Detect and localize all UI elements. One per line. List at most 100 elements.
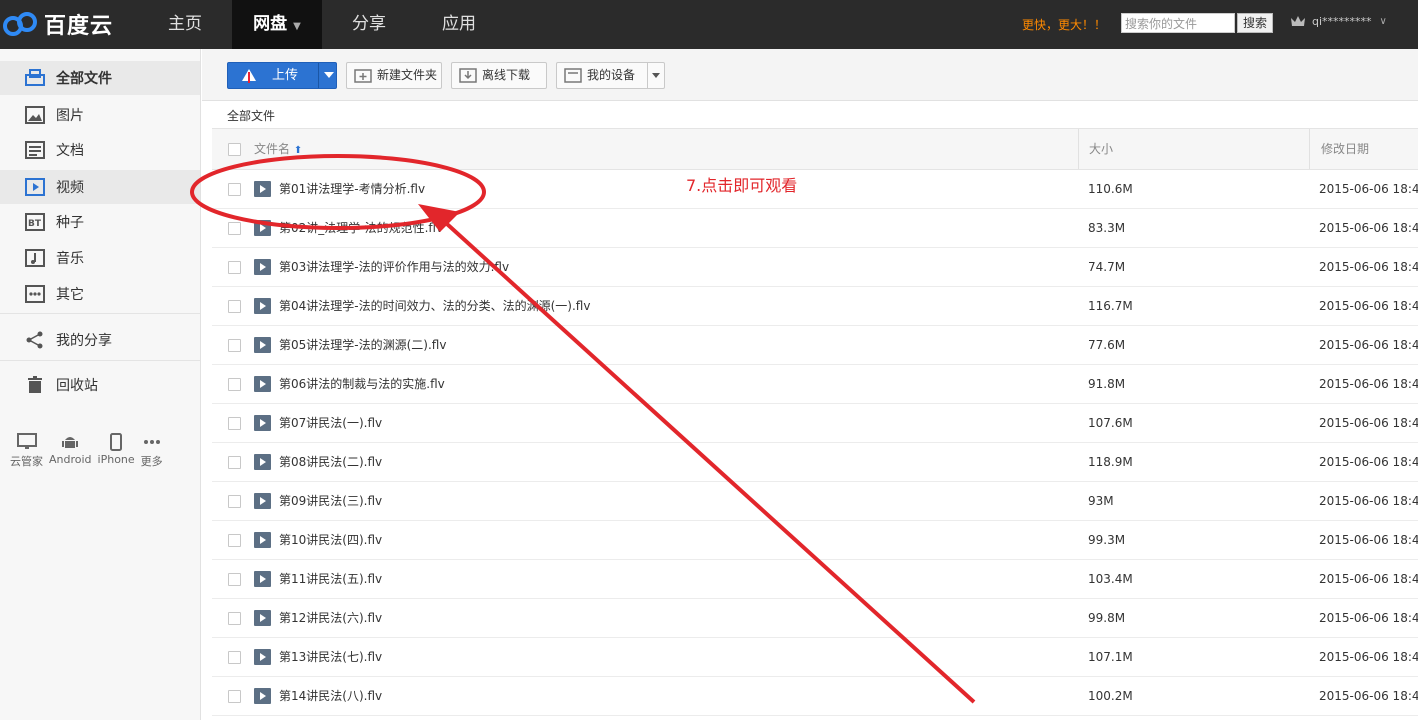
video-file-icon [254, 220, 271, 236]
file-name[interactable]: 第13讲民法(七).flv [279, 638, 382, 676]
table-row[interactable]: 第12讲民法(六).flv 99.8M 2015-06-06 18:49 [212, 599, 1418, 638]
sidebar-item-images[interactable]: 图片 [0, 98, 200, 132]
table-row[interactable]: 第08讲民法(二).flv 118.9M 2015-06-06 18:49 [212, 443, 1418, 482]
username: qi********* [1312, 14, 1372, 28]
column-header-name[interactable]: 文件名 ⬆ [254, 129, 302, 169]
row-checkbox[interactable] [228, 651, 241, 664]
table-row[interactable]: 第09讲民法(三).flv 93M 2015-06-06 18:49 [212, 482, 1418, 521]
file-name[interactable]: 第05讲法理学-法的渊源(二).flv [279, 326, 446, 364]
table-row[interactable]: 第02讲_法理学-法的规范性.flv 83.3M 2015-06-06 18:49 [212, 209, 1418, 248]
breadcrumb[interactable]: 全部文件 [227, 107, 275, 124]
row-checkbox[interactable] [228, 690, 241, 703]
new-folder-label: 新建文件夹 [377, 68, 438, 82]
file-name[interactable]: 第10讲民法(四).flv [279, 521, 382, 559]
table-row[interactable]: 第01讲法理学-考情分析.flv 110.6M 2015-06-06 18:49 [212, 170, 1418, 209]
sidebar-item-all-files[interactable]: 全部文件 [0, 61, 200, 95]
user-menu[interactable]: qi********* ∨ [1290, 14, 1387, 28]
file-table-header: 文件名 ⬆ 大小 修改日期 [212, 128, 1418, 170]
sidebar-item-documents[interactable]: 文档 [0, 133, 200, 167]
table-row[interactable]: 第03讲法理学-法的评价作用与法的效力.flv 74.7M 2015-06-06 1… [212, 248, 1418, 287]
file-name[interactable]: 第09讲民法(三).flv [279, 482, 382, 520]
nav-home[interactable]: 主页 [140, 0, 230, 49]
file-date: 2015-06-06 18:49 [1319, 416, 1418, 430]
sidebar-item-label: 视频 [56, 180, 84, 196]
row-checkbox[interactable] [228, 261, 241, 274]
file-name[interactable]: 第01讲法理学-考情分析.flv [279, 170, 425, 208]
upload-dropdown-icon[interactable] [324, 72, 334, 78]
chevron-down-icon[interactable] [652, 73, 660, 78]
file-name[interactable]: 第12讲民法(六).flv [279, 599, 382, 637]
device-android[interactable]: Android [49, 431, 92, 469]
sidebar-item-other[interactable]: 其它 [0, 277, 200, 311]
sidebar-item-label: 其它 [56, 287, 84, 303]
search-input[interactable]: 搜索你的文件 [1121, 13, 1235, 33]
table-row[interactable]: 第11讲民法(五).flv 103.4M 2015-06-06 18:49 [212, 560, 1418, 599]
sidebar-item-music[interactable]: 音乐 [0, 241, 200, 275]
row-checkbox[interactable] [228, 339, 241, 352]
row-checkbox[interactable] [228, 534, 241, 547]
row-checkbox[interactable] [228, 183, 241, 196]
file-size: 116.7M [1088, 299, 1133, 313]
sidebar-item-label: 我的分享 [56, 333, 112, 349]
document-icon [24, 140, 46, 160]
table-row[interactable]: 第14讲民法(八).flv 100.2M 2015-06-06 18:49 [212, 677, 1418, 716]
table-row[interactable]: 第05讲法理学-法的渊源(二).flv 77.6M 2015-06-06 18:49 [212, 326, 1418, 365]
file-name[interactable]: 第02讲_法理学-法的规范性.flv [279, 209, 443, 247]
row-checkbox[interactable] [228, 378, 241, 391]
file-size: 103.4M [1088, 572, 1133, 586]
my-devices-label: 我的设备 [587, 68, 636, 82]
device-label: Android [49, 453, 92, 466]
file-name[interactable]: 第14讲民法(八).flv [279, 677, 382, 715]
file-name[interactable]: 第08讲民法(二).flv [279, 443, 382, 481]
sidebar-item-my-share[interactable]: 我的分享 [0, 323, 200, 357]
my-devices-button[interactable]: 我的设备 [556, 62, 665, 89]
sidebar-item-videos[interactable]: 视频 [0, 170, 200, 204]
nav-netdisk[interactable]: 网盘 ▼ [232, 0, 322, 49]
chevron-down-icon: ∨ [1379, 15, 1387, 27]
table-row[interactable]: 第07讲民法(一).flv 107.6M 2015-06-06 18:49 [212, 404, 1418, 443]
row-checkbox[interactable] [228, 456, 241, 469]
file-name[interactable]: 第04讲法理学-法的时间效力、法的分类、法的渊源(一).flv [279, 287, 590, 325]
sidebar-item-label: 回收站 [56, 378, 98, 394]
nav-apps[interactable]: 应用 [414, 0, 504, 49]
svg-text:BT: BT [28, 219, 42, 229]
device-label: 云管家 [10, 455, 43, 468]
file-name[interactable]: 第03讲法理学-法的评价作用与法的效力.flv [279, 248, 509, 286]
column-header-modified[interactable]: 修改日期 [1321, 129, 1369, 169]
promo-link[interactable]: 更快，更大！！ [1022, 16, 1106, 33]
more-icon [142, 431, 162, 453]
file-name[interactable]: 第11讲民法(五).flv [279, 560, 382, 598]
file-size: 118.9M [1088, 455, 1133, 469]
table-row[interactable]: 第13讲民法(七).flv 107.1M 2015-06-06 18:49 [212, 638, 1418, 677]
monitor-icon [16, 431, 37, 453]
baidu-cloud-logo[interactable]: 百度云 [2, 8, 113, 40]
sidebar-item-label: 全部文件 [56, 71, 112, 87]
row-checkbox[interactable] [228, 300, 241, 313]
device-cloud-manager[interactable]: 云管家 [10, 431, 43, 469]
row-checkbox[interactable] [228, 573, 241, 586]
file-size: 107.6M [1088, 416, 1133, 430]
column-header-size[interactable]: 大小 [1089, 129, 1113, 169]
device-more[interactable]: 更多 [141, 431, 163, 469]
sidebar-item-torrents[interactable]: BT 种子 [0, 205, 200, 239]
row-checkbox[interactable] [228, 612, 241, 625]
file-name[interactable]: 第06讲法的制裁与法的实施.flv [279, 365, 445, 403]
sidebar-item-recycle-bin[interactable]: 回收站 [0, 368, 200, 402]
nav-share[interactable]: 分享 [324, 0, 414, 49]
select-all-checkbox[interactable] [228, 143, 241, 156]
file-name[interactable]: 第07讲民法(一).flv [279, 404, 382, 442]
column-divider [1309, 129, 1310, 169]
table-row[interactable]: 第10讲民法(四).flv 99.3M 2015-06-06 18:49 [212, 521, 1418, 560]
table-row[interactable]: 第04讲法理学-法的时间效力、法的分类、法的渊源(一).flv 116.7M 201… [212, 287, 1418, 326]
offline-download-button[interactable]: 离线下载 [451, 62, 547, 89]
file-date: 2015-06-06 18:49 [1319, 299, 1418, 313]
column-header-name-label: 文件名 [254, 142, 291, 156]
upload-button[interactable]: 上传 [227, 62, 337, 89]
search-button[interactable]: 搜索 [1237, 13, 1273, 33]
row-checkbox[interactable] [228, 417, 241, 430]
device-iphone[interactable]: iPhone [98, 431, 135, 469]
row-checkbox[interactable] [228, 495, 241, 508]
new-folder-button[interactable]: 新建文件夹 [346, 62, 442, 89]
row-checkbox[interactable] [228, 222, 241, 235]
table-row[interactable]: 第06讲法的制裁与法的实施.flv 91.8M 2015-06-06 18:49 [212, 365, 1418, 404]
